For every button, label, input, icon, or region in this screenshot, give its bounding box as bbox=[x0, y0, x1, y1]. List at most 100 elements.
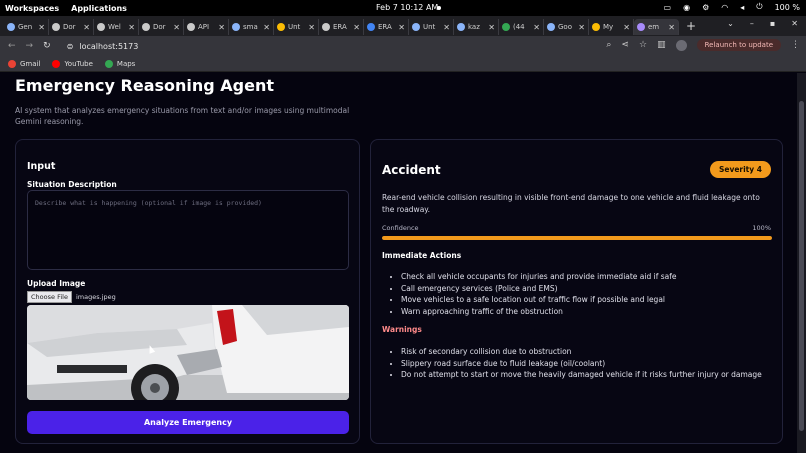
tab-favicon-icon bbox=[502, 23, 510, 31]
applications-menu[interactable]: Applications bbox=[71, 4, 127, 13]
close-window-icon[interactable]: ✕ bbox=[791, 19, 798, 28]
system-tray: ▭ ◉ ⚙ ◠ ◂ ⏻ 100 % bbox=[664, 2, 800, 12]
relaunch-button[interactable]: Relaunch to update bbox=[696, 39, 781, 51]
tab-search-icon[interactable]: ⌄ bbox=[727, 19, 734, 28]
browser-tab[interactable]: kaz ✕ bbox=[454, 19, 499, 35]
tab-favicon-icon bbox=[547, 23, 555, 31]
browser-tab[interactable]: Unt ✕ bbox=[409, 19, 454, 35]
tab-label: Unt bbox=[423, 23, 436, 31]
workspaces-menu[interactable]: Workspaces bbox=[5, 4, 59, 13]
bookmark-item[interactable]: Maps bbox=[104, 59, 136, 68]
browser-tab[interactable]: Wel ✕ bbox=[94, 19, 139, 35]
tab-label: sma bbox=[243, 23, 258, 31]
input-card: Input Situation Description Describe wha… bbox=[15, 139, 360, 444]
browser-tab[interactable]: ERA ✕ bbox=[364, 19, 409, 35]
zoom-icon[interactable]: ⌕ bbox=[606, 40, 611, 50]
share-icon[interactable]: ⋖ bbox=[621, 40, 629, 50]
browser-tab[interactable]: Dor ✕ bbox=[139, 19, 184, 35]
wifi-icon[interactable]: ◠ bbox=[721, 3, 728, 12]
tab-close-icon[interactable]: ✕ bbox=[668, 23, 675, 32]
tab-favicon-icon bbox=[367, 23, 375, 31]
tab-close-icon[interactable]: ✕ bbox=[263, 23, 270, 32]
bookmark-icon bbox=[52, 59, 61, 68]
minimize-icon[interactable]: – bbox=[750, 19, 754, 28]
situation-textarea[interactable]: Describe what is happening (optional if … bbox=[27, 190, 349, 270]
tab-label: Dor bbox=[63, 23, 76, 31]
browser-tab[interactable]: API ✕ bbox=[184, 19, 229, 35]
browser-tab[interactable]: em ✕ bbox=[634, 19, 679, 35]
site-info-icon[interactable]: ⊜ bbox=[67, 42, 74, 51]
confidence-bar-fill bbox=[382, 236, 772, 240]
menu-dots-icon[interactable]: ⋮ bbox=[791, 40, 800, 50]
tab-close-icon[interactable]: ✕ bbox=[578, 23, 585, 32]
discord-icon[interactable]: ◉ bbox=[683, 3, 690, 12]
confidence-value: 100% bbox=[752, 224, 771, 232]
browser-tab[interactable]: (44 ✕ bbox=[499, 19, 544, 35]
tab-favicon-icon bbox=[412, 23, 420, 31]
file-input: Choose File images.jpeg bbox=[27, 291, 116, 303]
bookmark-star-icon[interactable]: ☆ bbox=[639, 40, 647, 50]
file-name: images.jpeg bbox=[75, 293, 116, 301]
browser-tab[interactable]: sma ✕ bbox=[229, 19, 274, 35]
os-top-bar: Workspaces Applications Feb 7 10:12 AM ▭… bbox=[0, 0, 806, 16]
tab-close-icon[interactable]: ✕ bbox=[353, 23, 360, 32]
tab-close-icon[interactable]: ✕ bbox=[83, 23, 90, 32]
severity-badge: Severity 4 bbox=[709, 161, 771, 178]
profile-avatar[interactable] bbox=[675, 39, 687, 51]
tab-close-icon[interactable]: ✕ bbox=[398, 23, 405, 32]
result-description: Rear-end vehicle collision resulting in … bbox=[382, 193, 760, 214]
tab-close-icon[interactable]: ✕ bbox=[533, 23, 540, 32]
result-card: Accident Severity 4 Rear-end vehicle col… bbox=[370, 139, 783, 444]
clock[interactable]: Feb 7 10:12 AM bbox=[376, 3, 438, 12]
bookmark-item[interactable]: YouTube bbox=[52, 59, 93, 68]
browser-tab[interactable]: ERA ✕ bbox=[319, 19, 364, 35]
list-item: Risk of secondary collision due to obstr… bbox=[401, 346, 762, 358]
tab-label: ERA bbox=[333, 23, 347, 31]
settings-icon[interactable]: ⚙ bbox=[702, 3, 709, 12]
side-panel-icon[interactable]: ▥ bbox=[657, 40, 666, 50]
tab-label: My bbox=[603, 23, 614, 31]
tab-close-icon[interactable]: ✕ bbox=[173, 23, 180, 32]
tab-close-icon[interactable]: ✕ bbox=[623, 23, 630, 32]
result-title: Accident bbox=[382, 163, 441, 177]
page-scrollbar[interactable] bbox=[797, 73, 806, 453]
url-field[interactable]: ⊜ localhost:5173 bbox=[67, 42, 139, 51]
volume-icon[interactable]: ◂ bbox=[740, 3, 744, 12]
page-title: Emergency Reasoning Agent bbox=[15, 76, 275, 95]
upload-label: Upload Image bbox=[27, 279, 86, 288]
scrollbar-thumb[interactable] bbox=[799, 101, 804, 431]
browser-tab[interactable]: Unt ✕ bbox=[274, 19, 319, 35]
tab-label: kaz bbox=[468, 23, 480, 31]
tab-close-icon[interactable]: ✕ bbox=[443, 23, 450, 32]
bookmark-item[interactable]: Gmail bbox=[8, 59, 40, 68]
tab-close-icon[interactable]: ✕ bbox=[128, 23, 135, 32]
tab-label: Dor bbox=[153, 23, 166, 31]
tab-close-icon[interactable]: ✕ bbox=[218, 23, 225, 32]
power-icon[interactable]: ⏻ bbox=[756, 2, 762, 12]
actions-list: Check all vehicle occupants for injuries… bbox=[393, 271, 677, 317]
list-item: Warn approaching traffic of the obstruct… bbox=[401, 306, 677, 318]
tab-close-icon[interactable]: ✕ bbox=[488, 23, 495, 32]
tab-label: API bbox=[198, 23, 210, 31]
bookmark-icon bbox=[104, 59, 113, 68]
list-item: Slippery road surface due to fluid leaka… bbox=[401, 358, 762, 370]
tab-close-icon[interactable]: ✕ bbox=[38, 23, 45, 32]
choose-file-button[interactable]: Choose File bbox=[27, 291, 72, 303]
back-icon[interactable]: ← bbox=[8, 41, 16, 51]
bookmark-label: Maps bbox=[116, 59, 136, 68]
confidence-label: Confidence bbox=[382, 224, 419, 232]
camera-icon[interactable]: ▭ bbox=[664, 3, 672, 12]
new-tab-button[interactable]: + bbox=[683, 19, 699, 33]
list-item: Do not attempt to start or move the heav… bbox=[401, 369, 762, 381]
browser-tab[interactable]: Dor ✕ bbox=[49, 19, 94, 35]
reload-icon[interactable]: ↻ bbox=[43, 41, 51, 51]
browser-tab[interactable]: My ✕ bbox=[589, 19, 634, 35]
browser-tab[interactable]: Gen ✕ bbox=[4, 19, 49, 35]
analyze-button[interactable]: Analyze Emergency bbox=[27, 411, 349, 434]
browser-tab[interactable]: Goo ✕ bbox=[544, 19, 589, 35]
forward-icon[interactable]: → bbox=[26, 41, 34, 51]
image-preview bbox=[27, 305, 349, 400]
maximize-icon[interactable]: ▪ bbox=[770, 19, 775, 28]
tab-close-icon[interactable]: ✕ bbox=[308, 23, 315, 32]
battery-level[interactable]: 100 % bbox=[775, 3, 800, 12]
